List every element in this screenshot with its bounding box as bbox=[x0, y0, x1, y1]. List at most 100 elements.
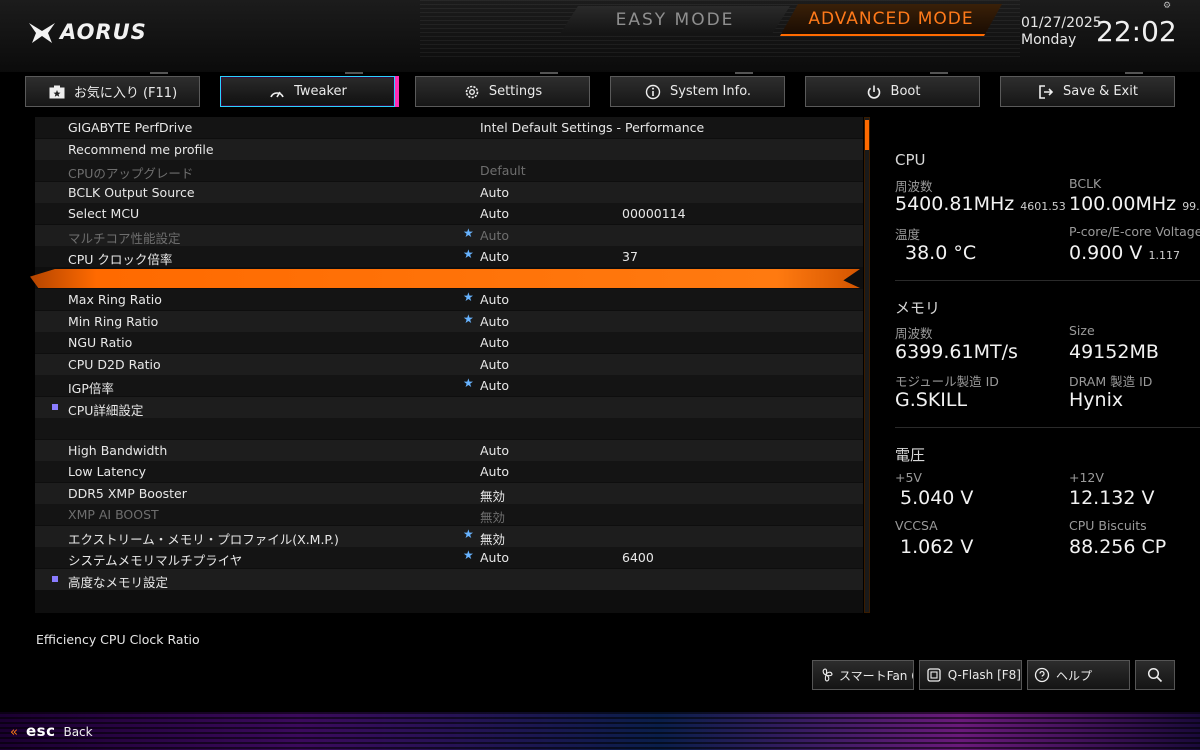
clock: 22:02 bbox=[1096, 15, 1177, 48]
setting-row[interactable]: Min Ring Ratio ★ Auto bbox=[35, 310, 863, 332]
setting-value[interactable]: Auto bbox=[480, 249, 509, 264]
tab-boot[interactable]: Boot bbox=[805, 76, 980, 107]
setting-value[interactable]: 無効 bbox=[480, 507, 505, 526]
setting-row[interactable]: NGU Ratio Auto bbox=[35, 332, 863, 353]
favorite-icon bbox=[48, 83, 66, 101]
setting-row[interactable]: Recommend me profile bbox=[35, 138, 863, 160]
setting-row[interactable]: BCLK Output Source Auto bbox=[35, 181, 863, 203]
scrollbar[interactable] bbox=[864, 117, 870, 613]
setting-label: CPU詳細設定 bbox=[68, 402, 144, 418]
submenu-row[interactable]: CPU詳細設定 bbox=[35, 396, 863, 418]
esc-back-button[interactable]: « esc Back bbox=[10, 722, 93, 740]
setting-value[interactable]: Auto bbox=[480, 464, 509, 479]
setting-value[interactable]: Intel Default Settings - Performance bbox=[480, 120, 704, 135]
setting-label: GIGABYTE PerfDrive bbox=[68, 120, 193, 135]
setting-row[interactable]: エクストリーム・メモリ・プロファイル(X.M.P.) ★ 無効 bbox=[35, 525, 863, 548]
section-divider bbox=[895, 427, 1200, 428]
tab-favorites[interactable]: お気に入り (F11) bbox=[25, 76, 200, 107]
vcore-label: P-core/E-core Voltage bbox=[1069, 224, 1200, 239]
gear-icon[interactable]: ⚙ bbox=[1163, 1, 1173, 11]
setting-value[interactable]: 無効 bbox=[480, 486, 505, 505]
setting-row[interactable]: High Bandwidth Auto bbox=[35, 439, 863, 461]
tab-system-info-label: System Info. bbox=[669, 84, 752, 99]
setting-label: Select MCU bbox=[68, 206, 140, 221]
qflash-button[interactable]: Q-Flash [F8] bbox=[919, 660, 1022, 690]
setting-label: Max Ring Ratio bbox=[68, 292, 162, 307]
setting-row[interactable]: マルチコア性能設定 ★ Auto bbox=[35, 224, 863, 246]
favorite-star-icon[interactable]: ★ bbox=[463, 548, 474, 562]
footer-decoration bbox=[0, 712, 1200, 750]
setting-value[interactable]: 無効 bbox=[480, 529, 505, 548]
setting-label: High Bandwidth bbox=[68, 442, 168, 458]
favorite-star-icon[interactable]: ★ bbox=[463, 290, 474, 304]
setting-row[interactable]: XMP AI BOOST 無効 bbox=[35, 504, 863, 525]
setting-row[interactable]: IGP倍率 ★ Auto bbox=[35, 375, 863, 396]
setting-value[interactable]: Default bbox=[480, 163, 526, 178]
bclk-value: 100.00MHz 99.99 bbox=[1069, 193, 1200, 215]
setting-value[interactable]: Auto bbox=[480, 228, 509, 243]
setting-value[interactable]: Auto bbox=[480, 378, 509, 393]
easy-mode-button[interactable]: EASY MODE bbox=[560, 6, 790, 34]
5v-value: 5.040 V bbox=[900, 487, 974, 509]
aorus-logo: AORUS bbox=[28, 18, 147, 46]
vcore-value: 0.900 V 1.117 bbox=[1069, 242, 1180, 264]
help-button[interactable]: ヘルプ bbox=[1027, 660, 1130, 690]
setting-current-value: 37 bbox=[622, 249, 638, 264]
setting-label: NGU Ratio bbox=[68, 335, 133, 350]
setting-label: BCLK Output Source bbox=[68, 184, 195, 200]
setting-row[interactable]: CPU クロック倍率 ★ Auto 37 bbox=[35, 246, 863, 267]
setting-current-value: 00000114 bbox=[622, 206, 686, 221]
favorite-star-icon[interactable]: ★ bbox=[463, 312, 474, 326]
setting-value[interactable]: Auto bbox=[480, 357, 509, 372]
setting-row[interactable]: DDR5 XMP Booster 無効 bbox=[35, 482, 863, 505]
setting-value[interactable]: Auto bbox=[480, 292, 509, 307]
bclk-label: BCLK bbox=[1069, 176, 1102, 191]
advanced-mode-button[interactable]: ADVANCED MODE bbox=[780, 4, 1002, 36]
scrollbar-thumb[interactable] bbox=[865, 120, 869, 150]
setting-row[interactable]: GIGABYTE PerfDrive Intel Default Settings… bbox=[35, 117, 863, 138]
setting-label: マルチコア性能設定 bbox=[68, 230, 181, 246]
submenu-row[interactable]: 高度なメモリ設定 bbox=[35, 568, 863, 590]
tab-system-info[interactable]: System Info. bbox=[610, 76, 785, 107]
back-arrow-icon: « bbox=[10, 725, 18, 740]
voltage-section-title: 電圧 bbox=[895, 446, 926, 464]
tab-tweaker[interactable]: Tweaker bbox=[220, 76, 395, 107]
favorite-star-icon[interactable]: ★ bbox=[463, 376, 474, 390]
setting-row[interactable]: CPU D2D Ratio Auto bbox=[35, 353, 863, 375]
setting-row[interactable]: システムメモリマルチプライヤ ★ Auto 6400 bbox=[35, 547, 863, 568]
cpu-temp-label: 温度 bbox=[895, 227, 921, 242]
setting-label: エクストリーム・メモリ・プロファイル(X.M.P.) bbox=[68, 531, 339, 547]
help-description: Efficiency CPU Clock Ratio bbox=[36, 632, 200, 647]
setting-row[interactable]: CPUのアップグレード Default bbox=[35, 160, 863, 181]
setting-value[interactable]: Auto bbox=[480, 314, 509, 329]
cpu-biscuits-value: 88.256 CP bbox=[1069, 536, 1167, 558]
setting-value[interactable]: Auto bbox=[480, 185, 509, 200]
smart-fan-button[interactable]: スマートFan 6 [F bbox=[812, 660, 914, 690]
tab-save-exit[interactable]: Save & Exit bbox=[1000, 76, 1175, 107]
setting-row bbox=[35, 418, 863, 439]
setting-label: Low Latency bbox=[68, 464, 146, 479]
tab-settings[interactable]: Settings bbox=[415, 76, 590, 107]
setting-value[interactable]: Auto bbox=[480, 206, 509, 221]
favorite-star-icon[interactable]: ★ bbox=[463, 247, 474, 261]
tab-divider bbox=[150, 72, 168, 74]
tab-favorites-label: お気に入り (F11) bbox=[73, 86, 178, 101]
setting-value[interactable]: Auto bbox=[480, 443, 509, 458]
setting-row[interactable]: Max Ring Ratio ★ Auto bbox=[35, 289, 863, 310]
setting-row[interactable]: Low Latency Auto bbox=[35, 461, 863, 482]
vccsa-label: VCCSA bbox=[895, 518, 938, 533]
setting-label: CPUのアップグレード bbox=[68, 166, 194, 181]
setting-value[interactable]: Auto bbox=[480, 335, 509, 350]
tab-save-exit-label: Save & Exit bbox=[1063, 84, 1138, 99]
favorite-star-icon[interactable]: ★ bbox=[463, 527, 474, 541]
help-label: ヘルプ bbox=[1056, 668, 1093, 683]
setting-row[interactable]: Select MCU Auto 00000114 bbox=[35, 203, 863, 224]
selection-highlight bbox=[30, 269, 860, 288]
setting-value[interactable]: Auto bbox=[480, 550, 509, 565]
tab-divider bbox=[930, 72, 948, 74]
system-info-panel: CPU 周波数 5400.81MHz 4601.53 BCLK 100.00MH… bbox=[880, 140, 1200, 580]
setting-label: 高度なメモリ設定 bbox=[68, 574, 169, 590]
help-icon bbox=[1034, 667, 1050, 683]
search-button[interactable] bbox=[1135, 660, 1175, 690]
favorite-star-icon[interactable]: ★ bbox=[463, 226, 474, 240]
